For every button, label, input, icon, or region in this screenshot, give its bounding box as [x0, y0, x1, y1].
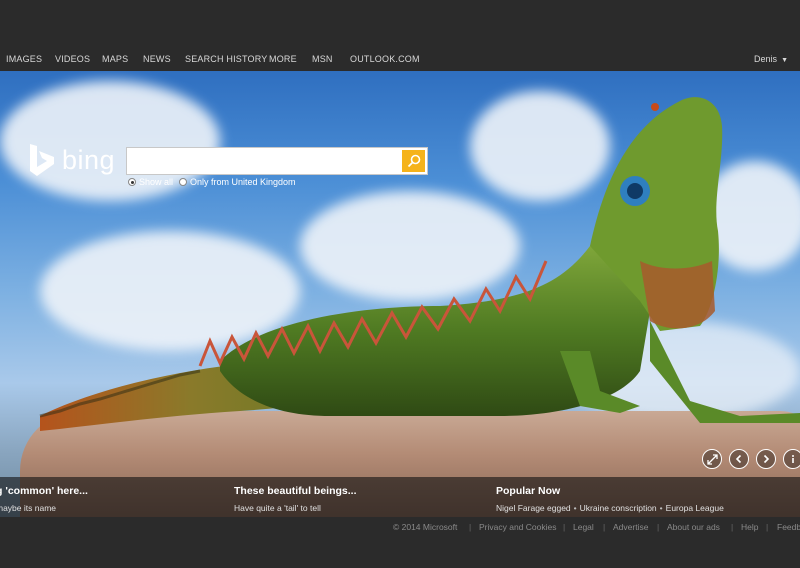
nav-msn[interactable]: MSN [312, 54, 333, 64]
bing-logo[interactable]: bing [28, 143, 115, 177]
previous-arrow-icon [735, 454, 742, 464]
bing-wordmark: bing [62, 144, 116, 175]
expand-icon [706, 453, 718, 465]
popular-now: Popular Now Nigel Farage egged • Ukraine c… [496, 485, 724, 513]
trending-link[interactable]: Nigel Farage egged [496, 503, 571, 513]
previous-image-button[interactable] [729, 449, 749, 469]
footer-separator: | [469, 522, 472, 532]
story-2[interactable]: These beautiful beings... Have quite a '… [234, 485, 357, 513]
footer-feedback-link[interactable]: Feedb [777, 522, 800, 532]
top-bar [0, 0, 800, 47]
story-1[interactable]: g 'common' here... maybe its name [0, 485, 88, 513]
fullscreen-button[interactable] [702, 449, 722, 469]
footer-separator: | [766, 522, 769, 532]
bullet-separator: • [659, 503, 663, 513]
radio-show-all[interactable] [128, 178, 136, 186]
iguana-illustration [39, 97, 800, 431]
nav-search-history[interactable]: SEARCH HISTORY [185, 54, 268, 64]
copyright: © 2014 Microsoft [393, 522, 458, 532]
footer-legal-link[interactable]: Legal [573, 522, 594, 532]
trending-link[interactable]: Europa League [666, 503, 724, 513]
search-input[interactable] [127, 148, 401, 174]
footer-separator: | [731, 522, 734, 532]
story-2-title: These beautiful beings... [234, 485, 357, 497]
radio-uk-only[interactable] [179, 178, 187, 186]
popular-now-links: Nigel Farage egged • Ukraine conscription •… [496, 503, 724, 513]
footer-separator: | [603, 522, 606, 532]
story-1-subtitle: maybe its name [0, 503, 56, 513]
chevron-down-icon: ▼ [781, 57, 788, 64]
nav-videos[interactable]: VIDEOS [55, 54, 90, 64]
search-icon [407, 154, 420, 168]
footer-help-link[interactable]: Help [741, 522, 758, 532]
next-image-button[interactable] [756, 449, 776, 469]
nav-more[interactable]: MORE [269, 54, 297, 64]
footer: © 2014 Microsoft | Privacy and Cookies |… [0, 517, 800, 568]
top-navigation: IMAGES VIDEOS MAPS NEWS SEARCH HISTORY M… [0, 47, 800, 71]
user-name: Denis [754, 54, 778, 64]
story-1-title: g 'common' here... [0, 485, 88, 497]
trending-link[interactable]: Ukraine conscription [580, 503, 657, 513]
story-2-subtitle: Have quite a 'tail' to tell [234, 503, 321, 513]
hotspot-bar: g 'common' here... maybe its name These … [0, 477, 800, 517]
scope-show-all[interactable]: Show all [128, 177, 173, 187]
scope-uk-only-label: Only from United Kingdom [190, 177, 296, 187]
popular-now-title: Popular Now [496, 485, 561, 497]
nav-outlook[interactable]: OUTLOOK.COM [350, 54, 420, 64]
background-image: bing Show all Only from United Kingdom [0, 71, 800, 517]
bing-logo-icon [30, 144, 54, 176]
scope-uk-only[interactable]: Only from United Kingdom [179, 177, 296, 187]
next-arrow-icon [763, 454, 770, 464]
image-info-button[interactable] [783, 449, 800, 469]
bullet-separator: • [573, 503, 577, 513]
search-box [126, 147, 428, 175]
footer-separator: | [657, 522, 660, 532]
nav-news[interactable]: NEWS [143, 54, 171, 64]
info-icon [792, 455, 794, 463]
nav-images[interactable]: IMAGES [6, 54, 42, 64]
footer-separator: | [563, 522, 566, 532]
search-button[interactable] [402, 150, 425, 172]
footer-privacy-link[interactable]: Privacy and Cookies [479, 522, 556, 532]
scope-show-all-label: Show all [139, 177, 174, 187]
footer-about-ads-link[interactable]: About our ads [667, 522, 720, 532]
user-menu[interactable]: Denis ▼ [754, 54, 788, 64]
footer-advertise-link[interactable]: Advertise [613, 522, 648, 532]
nav-maps[interactable]: MAPS [102, 54, 128, 64]
